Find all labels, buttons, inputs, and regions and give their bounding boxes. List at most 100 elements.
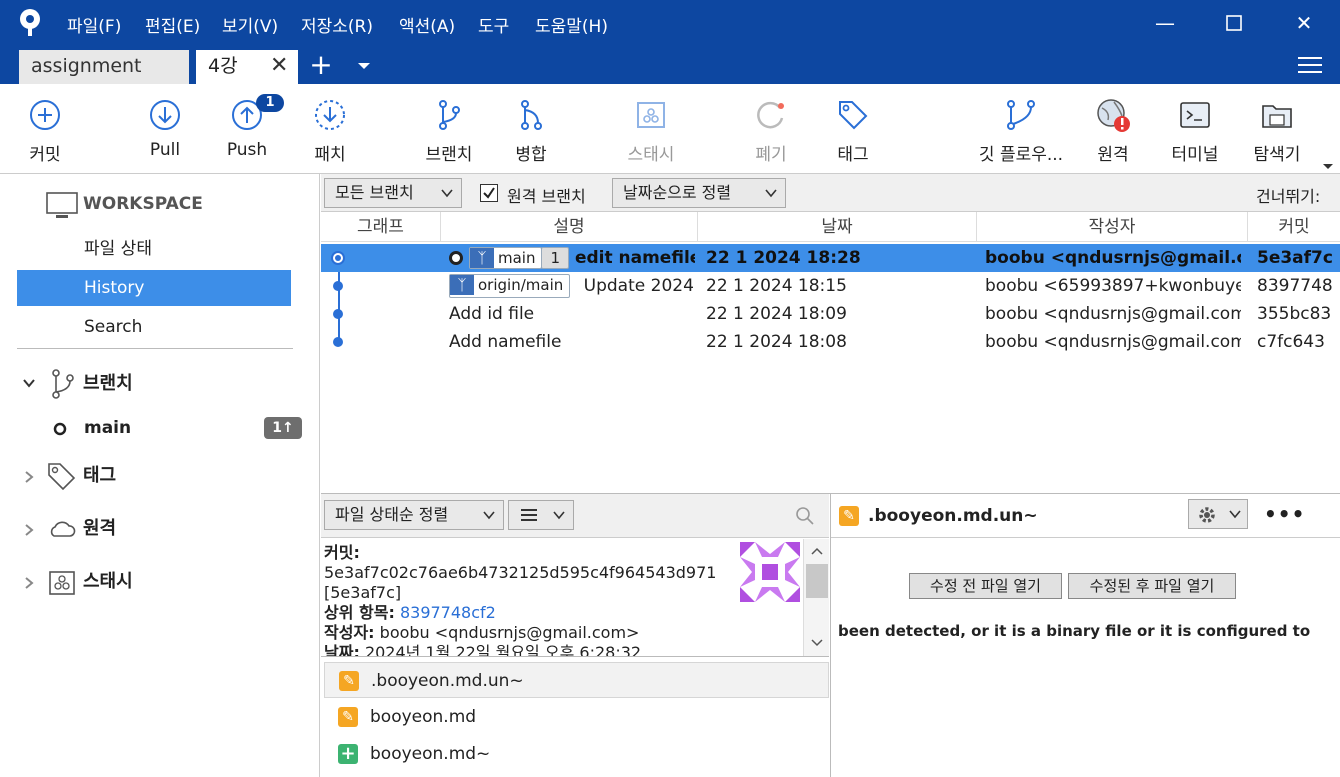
more-options-icon[interactable]: ••• xyxy=(1264,502,1305,526)
commit-description: Update 2024 xyxy=(583,276,694,296)
short-commit-hash: [5e3af7c] xyxy=(324,583,402,602)
remotes-expand-chevron-icon[interactable] xyxy=(22,522,36,536)
push-count-badge: 1 xyxy=(256,94,284,112)
branches-heading[interactable]: 브랜치 xyxy=(83,366,133,402)
branch-icon: ᛉ xyxy=(450,275,474,295)
push-button[interactable]: 1 Push xyxy=(202,84,292,174)
diff-header: ✎ .booyeon.md.un~ ••• xyxy=(831,494,1340,538)
search-icon[interactable] xyxy=(795,506,815,526)
merge-button[interactable]: 병합 xyxy=(486,84,576,174)
current-branch-dot-icon xyxy=(53,421,67,436)
menu-tools[interactable]: 도구 xyxy=(478,12,509,37)
tab-assignment[interactable]: assignment xyxy=(19,50,189,84)
minimize-icon[interactable]: — xyxy=(1145,8,1185,38)
menu-help[interactable]: 도움말(H) xyxy=(535,12,608,37)
scroll-down-icon[interactable] xyxy=(811,639,823,647)
scroll-up-icon[interactable] xyxy=(811,547,823,555)
author-label: 작성자: xyxy=(324,623,375,642)
commit-description: Add id file xyxy=(449,304,535,324)
details-scrollbar[interactable] xyxy=(803,539,829,656)
branch-filter-dropdown[interactable]: 모든 브랜치 xyxy=(324,178,462,208)
date-label: 날짜: xyxy=(324,643,360,657)
file-list-item[interactable]: ✎ booyeon.md xyxy=(324,699,829,735)
fetch-icon xyxy=(315,100,345,130)
file-added-icon: + xyxy=(338,744,358,764)
branch-badge-label: main xyxy=(498,249,536,267)
tab-active[interactable]: 4강 ✕ xyxy=(196,50,298,84)
branches-expand-chevron-icon[interactable] xyxy=(22,375,36,389)
view-mode-dropdown[interactable] xyxy=(508,500,574,530)
sort-order-dropdown[interactable]: 날짜순으로 정렬 xyxy=(612,178,786,208)
commit-row[interactable]: Add id file 22 1 2024 18:09 boobu <qndus… xyxy=(321,300,1340,328)
commit-graph-node-icon xyxy=(333,337,343,347)
remote-button[interactable]: 원격 xyxy=(1068,84,1158,174)
stashes-icon xyxy=(48,570,76,596)
commit-button[interactable]: 커밋 xyxy=(0,84,90,174)
scroll-thumb[interactable] xyxy=(806,564,828,598)
gitflow-button[interactable]: 깃 플로우... xyxy=(976,84,1066,174)
commit-hash: 5e3af7c xyxy=(1257,248,1333,268)
pull-button[interactable]: Pull xyxy=(120,84,210,174)
diff-settings-dropdown[interactable] xyxy=(1188,499,1248,529)
file-list-item[interactable]: + booyeon.md~ xyxy=(324,736,829,772)
commit-row[interactable]: Add namefile 22 1 2024 18:08 boobu <qndu… xyxy=(321,328,1340,356)
tab-close-icon[interactable]: ✕ xyxy=(270,50,288,82)
stash-button[interactable]: 스태시 xyxy=(606,84,696,174)
explorer-button[interactable]: 탐색기 xyxy=(1232,84,1322,174)
sidebar-item-search[interactable]: Search xyxy=(17,309,291,345)
toolbar-overflow-icon[interactable] xyxy=(1322,156,1334,169)
sidebar-item-label: Search xyxy=(84,317,143,337)
new-tab-plus-icon[interactable]: + xyxy=(308,50,334,80)
chevron-down-icon xyxy=(553,511,565,520)
tab-dropdown-icon[interactable] xyxy=(356,58,372,74)
terminal-button[interactable]: 터미널 xyxy=(1150,84,1240,174)
menu-action[interactable]: 액션(A) xyxy=(399,12,455,37)
sidebar-item-history[interactable]: History xyxy=(17,270,291,306)
skip-label: 건너뛰기: xyxy=(1256,187,1321,206)
explorer-label: 탐색기 xyxy=(1253,145,1301,165)
discard-button[interactable]: 폐기 xyxy=(726,84,816,174)
file-modified-icon: ✎ xyxy=(839,506,859,526)
file-list-item[interactable]: ✎ .booyeon.md.un~ xyxy=(324,662,829,698)
sidebar-branch-main[interactable]: main xyxy=(84,418,131,438)
column-date[interactable]: 날짜 xyxy=(698,212,977,242)
branch-button[interactable]: 브랜치 xyxy=(404,84,494,174)
fetch-label: 패치 xyxy=(314,145,346,165)
close-icon[interactable]: ✕ xyxy=(1284,8,1324,38)
menu-view[interactable]: 보기(V) xyxy=(222,12,278,37)
tags-heading[interactable]: 태그 xyxy=(83,458,116,494)
fetch-button[interactable]: 패치 xyxy=(285,84,375,174)
workspace-heading: WORKSPACE xyxy=(83,194,203,214)
pull-arrow-icon xyxy=(150,100,180,130)
merge-label: 병합 xyxy=(515,145,547,165)
column-author[interactable]: 작성자 xyxy=(977,212,1248,242)
commit-row[interactable]: ᛉ origin/main Update 2024 22 1 2024 18:15… xyxy=(321,272,1340,300)
commit-row[interactable]: ᛉ main 1 edit namefile 22 1 2024 18:28 boo… xyxy=(321,244,1340,272)
branches-icon xyxy=(48,368,76,400)
tag-button[interactable]: 태그 xyxy=(808,84,898,174)
terminal-label: 터미널 xyxy=(1171,145,1219,165)
maximize-icon[interactable] xyxy=(1214,8,1254,38)
tags-expand-chevron-icon[interactable] xyxy=(22,469,36,483)
file-sort-dropdown[interactable]: 파일 상태순 정렬 xyxy=(324,500,504,530)
menu-file[interactable]: 파일(F) xyxy=(67,12,121,37)
menu-repository[interactable]: 저장소(R) xyxy=(301,12,373,37)
column-commit[interactable]: 커밋 xyxy=(1248,212,1340,242)
stashes-heading[interactable]: 스태시 xyxy=(83,564,133,600)
sidebar-item-file-status[interactable]: 파일 상태 xyxy=(17,231,291,267)
commit-description: Add namefile xyxy=(449,332,562,352)
remote-branches-checkbox[interactable] xyxy=(480,184,498,202)
remotes-heading[interactable]: 원격 xyxy=(83,511,116,547)
diff-file-name: .booyeon.md.un~ xyxy=(868,506,1038,526)
open-after-button[interactable]: 수정된 후 파일 열기 xyxy=(1068,573,1236,599)
commit-date: 22 1 2024 18:08 xyxy=(706,332,847,352)
stashes-expand-chevron-icon[interactable] xyxy=(22,575,36,589)
parent-commit-link[interactable]: 8397748cf2 xyxy=(400,603,496,622)
column-graph[interactable]: 그래프 xyxy=(321,212,441,242)
column-description[interactable]: 설명 xyxy=(441,212,698,242)
commit-hash: 355bc83 xyxy=(1257,304,1332,324)
hamburger-menu-icon[interactable] xyxy=(1298,54,1322,76)
branch-badge-origin-main: ᛉ origin/main xyxy=(449,274,571,298)
menu-edit[interactable]: 편집(E) xyxy=(145,12,200,37)
open-before-button[interactable]: 수정 전 파일 열기 xyxy=(909,573,1062,599)
